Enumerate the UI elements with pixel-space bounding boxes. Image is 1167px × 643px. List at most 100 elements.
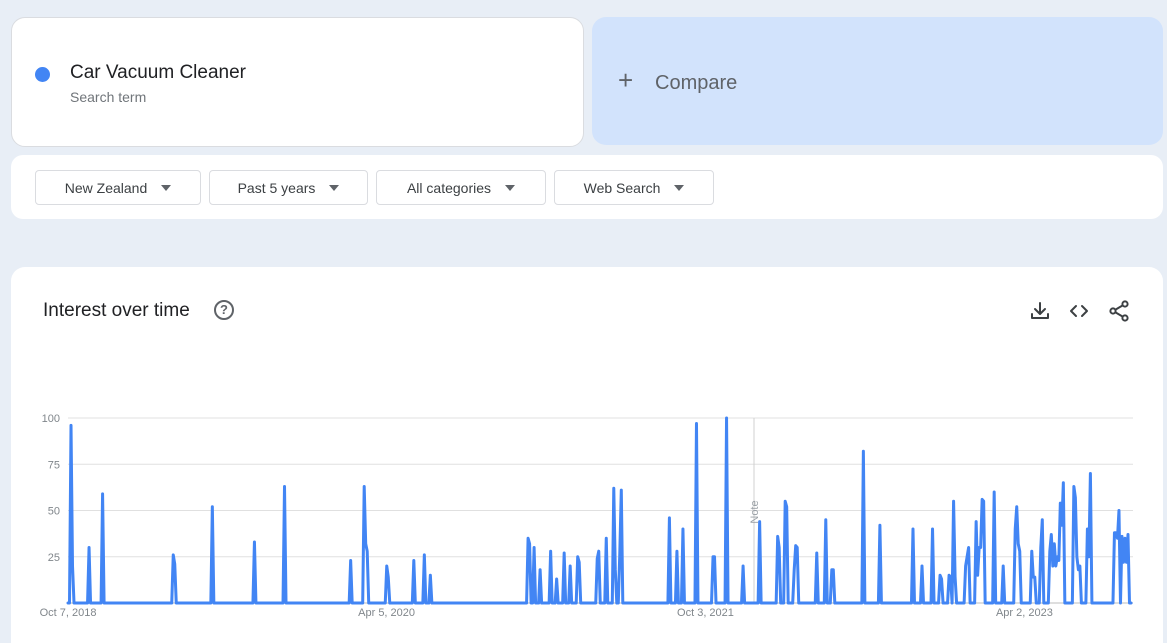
data-point[interactable] [359,602,360,603]
data-point[interactable] [860,602,861,603]
data-point[interactable] [439,602,440,603]
data-point[interactable] [122,602,123,603]
data-point[interactable] [561,602,562,603]
data-point[interactable] [385,602,386,603]
data-point[interactable] [950,577,951,578]
data-point[interactable] [343,602,344,603]
data-point[interactable] [1006,602,1007,603]
data-point[interactable] [377,602,378,603]
data-point[interactable] [82,602,83,603]
data-point[interactable] [932,528,933,529]
data-point[interactable] [269,602,270,603]
data-point[interactable] [191,602,192,603]
data-point[interactable] [609,602,610,603]
data-point[interactable] [239,602,240,603]
data-point[interactable] [550,551,551,552]
data-point[interactable] [700,602,701,603]
data-point[interactable] [347,602,348,603]
data-point[interactable] [732,602,733,603]
data-point[interactable] [514,602,515,603]
data-point[interactable] [828,602,829,603]
data-point[interactable] [1111,602,1112,603]
data-point[interactable] [577,556,578,557]
data-point[interactable] [991,602,992,603]
data-point[interactable] [326,602,327,603]
data-point[interactable] [1120,602,1121,603]
data-point[interactable] [720,602,721,603]
data-point[interactable] [451,602,452,603]
data-point[interactable] [512,602,513,603]
data-point[interactable] [663,602,664,603]
data-point[interactable] [428,602,429,603]
data-point[interactable] [869,602,870,603]
data-point[interactable] [727,602,728,603]
data-point[interactable] [855,602,856,603]
data-point[interactable] [730,602,731,603]
data-point[interactable] [893,602,894,603]
data-point[interactable] [595,602,596,603]
data-point[interactable] [618,602,619,603]
data-point[interactable] [179,602,180,603]
data-point[interactable] [427,602,428,603]
data-point[interactable] [1126,562,1127,563]
data-point[interactable] [81,602,82,603]
data-point[interactable] [350,560,351,561]
data-point[interactable] [368,602,369,603]
data-point[interactable] [783,602,784,603]
data-point[interactable] [352,602,353,603]
data-point[interactable] [1003,565,1004,566]
data-point[interactable] [541,602,542,603]
data-point[interactable] [947,602,948,603]
data-point[interactable] [985,602,986,603]
data-point[interactable] [592,602,593,603]
data-point[interactable] [455,602,456,603]
data-point[interactable] [1061,525,1062,526]
data-point[interactable] [795,545,796,546]
data-point[interactable] [158,602,159,603]
data-point[interactable] [110,602,111,603]
data-point[interactable] [491,602,492,603]
data-point[interactable] [221,602,222,603]
data-point[interactable] [174,564,175,565]
data-point[interactable] [334,602,335,603]
data-point[interactable] [1093,602,1094,603]
data-point[interactable] [1076,556,1077,557]
data-point[interactable] [676,551,677,552]
data-point[interactable] [558,602,559,603]
data-point[interactable] [703,602,704,603]
data-point[interactable] [340,602,341,603]
data-point[interactable] [645,602,646,603]
data-point[interactable] [332,602,333,603]
data-point[interactable] [364,486,365,487]
data-point[interactable] [224,602,225,603]
data-point[interactable] [779,547,780,548]
data-point[interactable] [882,602,883,603]
data-point[interactable] [523,602,524,603]
data-point[interactable] [72,565,73,566]
data-point[interactable] [673,602,674,603]
data-point[interactable] [715,602,716,603]
data-point[interactable] [391,602,392,603]
data-point[interactable] [655,602,656,603]
data-point[interactable] [792,602,793,603]
data-point[interactable] [488,602,489,603]
data-point[interactable] [967,556,968,557]
data-point[interactable] [750,602,751,603]
data-point[interactable] [353,602,354,603]
data-point[interactable] [989,602,990,603]
data-point[interactable] [574,602,575,603]
data-point[interactable] [320,602,321,603]
data-point[interactable] [879,525,880,526]
data-point[interactable] [508,602,509,603]
data-point[interactable] [1028,602,1029,603]
data-point[interactable] [980,547,981,548]
data-point[interactable] [681,602,682,603]
data-point[interactable] [718,602,719,603]
data-point[interactable] [573,602,574,603]
data-point[interactable] [945,602,946,603]
data-point[interactable] [108,602,109,603]
data-point[interactable] [255,602,256,603]
data-point[interactable] [279,602,280,603]
data-point[interactable] [392,602,393,603]
data-point[interactable] [664,602,665,603]
